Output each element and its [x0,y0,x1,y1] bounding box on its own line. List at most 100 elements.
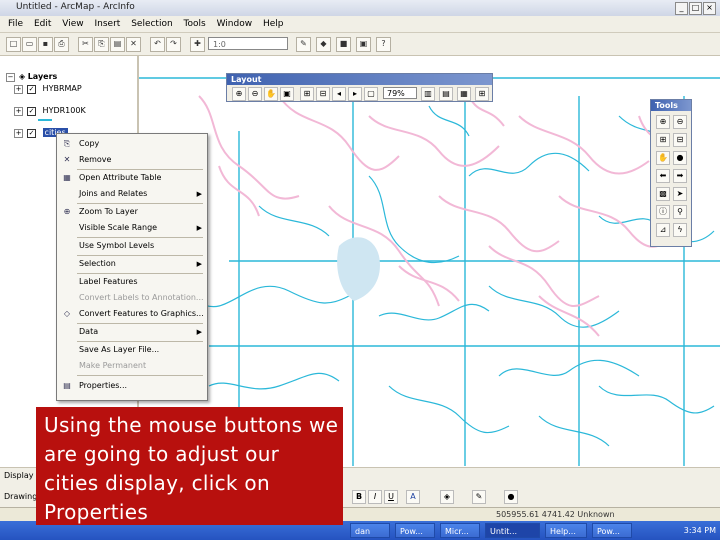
toolbox-icon[interactable]: ■ [336,37,351,52]
zoom-in-icon[interactable]: ⊕ [656,115,670,129]
new-icon[interactable]: □ [6,37,21,52]
command-line-icon[interactable]: ▣ [356,37,371,52]
redo-icon[interactable]: ↷ [166,37,181,52]
marker-color-icon[interactable]: ● [504,490,518,504]
menu-insert[interactable]: Insert [94,16,120,32]
arctoolbox-icon[interactable]: ◆ [316,37,331,52]
change-layout-icon[interactable]: ▦ [457,87,471,101]
zoom-out-icon[interactable]: ⊖ [673,115,687,129]
layer-visibility-checkbox[interactable]: ✓ [27,85,36,94]
fixed-zoom-in-icon[interactable]: ⊞ [300,87,314,101]
select-features-icon[interactable]: ▩ [656,187,670,201]
full-page-icon[interactable]: ▣ [280,87,294,101]
taskbar-item[interactable]: Pow... [395,523,435,538]
map-display[interactable] [139,56,720,466]
editor-icon[interactable]: ✎ [296,37,311,52]
save-icon[interactable]: ▪ [38,37,53,52]
minimize-button[interactable]: _ [675,2,688,15]
measure-icon[interactable]: ⊿ [656,223,670,237]
menu-edit[interactable]: Edit [34,16,51,32]
underline-icon[interactable]: U [384,490,398,504]
layer-visibility-checkbox[interactable]: ✓ [27,107,36,116]
menu-window[interactable]: Window [217,16,253,32]
find-icon[interactable]: ⚲ [673,205,687,219]
print-icon[interactable]: ⎙ [54,37,69,52]
italic-icon[interactable]: I [368,490,382,504]
zoom-in-page-icon[interactable]: ⊕ [232,87,246,101]
toc-layer-row[interactable]: + ✓ HYBRMAP [14,84,82,94]
copy-icon[interactable]: ⎘ [94,37,109,52]
drawing-menu[interactable]: Drawing [4,492,37,501]
forward-extent-icon[interactable]: ▸ [348,87,362,101]
taskbar-item[interactable]: Pow... [592,523,632,538]
undo-icon[interactable]: ↶ [150,37,165,52]
layer-visibility-checkbox[interactable]: ✓ [27,129,36,138]
fill-color-icon[interactable]: ◈ [440,490,454,504]
hyperlink-icon[interactable]: ϟ [673,223,687,237]
bold-icon[interactable]: B [352,490,366,504]
tools-toolbar[interactable]: Tools ⊕ ⊖ ⊞ ⊟ ✋ ● ⬅ ➡ ▩ ➤ ⓘ ⚲ ⊿ ϟ [650,99,692,247]
line-color-icon[interactable]: ✎ [472,490,486,504]
select-elements-icon[interactable]: ➤ [673,187,687,201]
menu-item-selection[interactable]: Selection ▶ [57,256,207,272]
data-driven-pages-icon[interactable]: ⊞ [475,87,489,101]
properties-icon: ▤ [63,381,71,390]
back-extent-icon[interactable]: ◂ [332,87,346,101]
expand-icon[interactable]: + [14,107,23,116]
menu-item-visible-scale-range[interactable]: Visible Scale Range ▶ [57,220,207,236]
layout-toolbar[interactable]: Layout ⊕ ⊖ ✋ ▣ ⊞ ⊟ ◂ ▸ ▢ 79% ▥ ▤ ▦ ⊞ [226,73,493,102]
taskbar-item[interactable]: Help... [545,523,587,538]
menu-item-properties[interactable]: ▤ Properties... [57,378,207,394]
toc-root[interactable]: − ◈ Layers [6,72,57,82]
menu-item-convert-features[interactable]: ◇ Convert Features to Graphics... [57,306,207,322]
menu-file[interactable]: File [8,16,23,32]
menu-item-data[interactable]: Data ▶ [57,324,207,340]
fixed-zoom-out-icon[interactable]: ⊟ [673,133,687,147]
taskbar-item[interactable]: Micr... [440,523,480,538]
pan-page-icon[interactable]: ✋ [264,87,278,101]
paste-icon[interactable]: ▤ [110,37,125,52]
open-icon[interactable]: ▭ [22,37,37,52]
fixed-zoom-out-icon[interactable]: ⊟ [316,87,330,101]
menu-selection[interactable]: Selection [131,16,172,32]
full-extent-icon[interactable]: ● [673,151,687,165]
back-arrow-icon[interactable]: ⬅ [656,169,670,183]
menu-item-label-features[interactable]: Label Features [57,274,207,290]
menu-view[interactable]: View [62,16,83,32]
cut-icon[interactable]: ✂ [78,37,93,52]
collapse-icon[interactable]: − [6,73,15,82]
toc-layer-row[interactable]: + ✓ HYDR100K [14,106,86,116]
font-color-icon[interactable]: A [406,490,420,504]
toggle-draft-icon[interactable]: ▥ [421,87,435,101]
menu-item-joins-relates[interactable]: Joins and Relates ▶ [57,186,207,202]
zoom-100-icon[interactable]: ▢ [364,87,378,101]
menu-item-use-symbol-levels[interactable]: Use Symbol Levels [57,238,207,254]
zoom-out-page-icon[interactable]: ⊖ [248,87,262,101]
add-data-icon[interactable]: ✚ [190,37,205,52]
fixed-zoom-in-icon[interactable]: ⊞ [656,133,670,147]
close-button[interactable]: × [703,2,716,15]
map-scale-input[interactable]: 1:0 [208,37,288,50]
forward-arrow-icon[interactable]: ➡ [673,169,687,183]
delete-icon[interactable]: ✕ [126,37,141,52]
menu-item-open-attribute-table[interactable]: ▦ Open Attribute Table [57,170,207,186]
tutorial-callout: Using the mouse buttons we are going to … [36,407,343,525]
pan-icon[interactable]: ✋ [656,151,670,165]
display-tab[interactable]: Display [4,471,34,480]
expand-icon[interactable]: + [14,129,23,138]
menu-item-copy[interactable]: ⎘ Copy [57,136,207,152]
expand-icon[interactable]: + [14,85,23,94]
menu-item-zoom-to-layer[interactable]: ⊕ Zoom To Layer [57,204,207,220]
taskbar-item[interactable]: dan [350,523,390,538]
maximize-button[interactable]: □ [689,2,702,15]
menu-help[interactable]: Help [263,16,284,32]
focus-frame-icon[interactable]: ▤ [439,87,453,101]
menu-item-label: Label Features [79,277,138,286]
menu-item-save-layer-file[interactable]: Save As Layer File... [57,342,207,358]
menu-item-remove[interactable]: ✕ Remove [57,152,207,168]
layout-zoom-select[interactable]: 79% [383,87,417,99]
taskbar-item-active[interactable]: Untit... [485,523,540,538]
identify-icon[interactable]: ⓘ [656,205,670,219]
menu-tools[interactable]: Tools [184,16,206,32]
help-icon[interactable]: ? [376,37,391,52]
